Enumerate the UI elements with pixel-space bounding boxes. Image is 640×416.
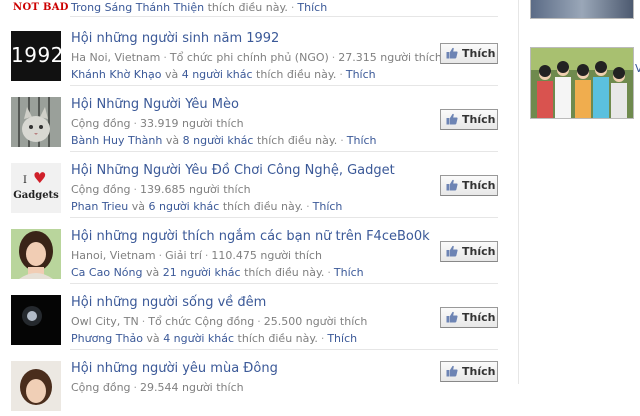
list-item: 1992 Hội những người sinh năm 1992 Ha No… [0, 20, 510, 86]
page-title-link[interactable]: Hội những người thích ngắm các bạn nữ tr… [71, 229, 430, 244]
page-meta: Cộng đồng · 33.919 người thích [71, 117, 244, 130]
row-separator [70, 16, 498, 17]
like-button[interactable]: Thích [440, 175, 498, 196]
thumbs-up-icon [446, 365, 458, 377]
page-meta: Ha Noi, Vietnam · Tổ chức phi chính phủ (N… [71, 51, 442, 64]
night-photo-image [11, 295, 61, 345]
top-row-like-link[interactable]: Thích [297, 1, 327, 14]
group-photo-image [531, 48, 633, 118]
like-link[interactable]: Thích [347, 134, 377, 147]
others-link[interactable]: 6 người khác [149, 200, 220, 213]
page-title-link[interactable]: Hội Những Người Yêu Đồ Chơi Công Nghệ, G… [71, 163, 395, 178]
like-button[interactable]: Thích [440, 43, 498, 64]
list-item: I ♥ Gadgets Hội Những Người Yêu Đồ Chơi … [0, 152, 510, 218]
others-link[interactable]: 21 người khác [163, 266, 241, 279]
thumbs-up-icon [446, 245, 458, 257]
page-thumbnail-1992[interactable]: 1992 [11, 31, 61, 81]
page-title-link[interactable]: Hội những người sinh năm 1992 [71, 31, 279, 46]
friend-link[interactable]: Phan Trieu [71, 200, 128, 213]
top-row-text: Trong Sáng Thánh Thiện thích điều này. · T… [71, 1, 328, 14]
page-thumbnail-winter[interactable] [11, 361, 61, 411]
heart-icon: ♥ [33, 169, 47, 187]
page-suggestions-list: NOT BAD Trong Sáng Thánh Thiện thích điề… [0, 0, 510, 411]
thumbs-up-icon [446, 311, 458, 323]
friends-like-line: Bành Huy Thành và 8 người khác thích điề… [71, 134, 377, 147]
winter-photo-image [11, 361, 61, 411]
sidebar-text: V [635, 62, 640, 75]
sidebar-photo-top[interactable] [530, 0, 634, 19]
sidebar-group-photo[interactable] [530, 47, 634, 119]
others-link[interactable]: 8 người khác [183, 134, 254, 147]
like-button[interactable]: Thích [440, 241, 498, 262]
right-sidebar: V [510, 0, 640, 384]
friends-like-line: Phan Trieu và 6 người khác thích điều nà… [71, 200, 343, 213]
page-thumbnail-gadgets[interactable]: I ♥ Gadgets [11, 163, 61, 213]
page-title-link[interactable]: Hội những người sống về đêm [71, 295, 266, 310]
thumbs-up-icon [446, 179, 458, 191]
page-meta: Cộng đồng · 139.685 người thích [71, 183, 251, 196]
friends-like-line: Khánh Khờ Khạo và 4 người khác thích điề… [71, 68, 376, 81]
thumbs-up-icon [446, 113, 458, 125]
page-meta: Owl City, TN · Tổ chức Cộng đồng · 25.500 ng… [71, 315, 368, 328]
list-item: Hội những người sống về đêm Owl City, TN… [0, 284, 510, 350]
friend-link[interactable]: Khánh Khờ Khạo [71, 68, 161, 81]
like-link[interactable]: Thích [346, 68, 376, 81]
others-link[interactable]: 4 người khác [163, 332, 234, 345]
page-thumbnail-night[interactable] [11, 295, 61, 345]
top-row-friend-link[interactable]: Trong Sáng Thánh Thiện [71, 1, 204, 14]
like-button[interactable]: Thích [440, 109, 498, 130]
list-item: Hội những người yêu mùa Đông Cộng đồng · 2… [0, 350, 510, 416]
like-link[interactable]: Thích [327, 332, 357, 345]
top-activity-row: NOT BAD Trong Sáng Thánh Thiện thích điề… [0, 0, 510, 17]
page-meta: Cộng đồng · 29.544 người thích [71, 381, 244, 394]
friend-link[interactable]: Bành Huy Thành [71, 134, 162, 147]
page-thumbnail-cat[interactable] [11, 97, 61, 147]
thumbs-up-icon [446, 47, 458, 59]
friends-like-line: Phương Thảo và 4 người khác thích điều n… [71, 332, 358, 345]
cat-photo-image [11, 97, 61, 147]
not-bad-badge: NOT BAD [13, 2, 69, 13]
page-thumbnail-girl[interactable] [11, 229, 61, 279]
friends-like-line: Ca Cao Nóng và 21 người khác thích điều … [71, 266, 364, 279]
page-title-link[interactable]: Hội những người yêu mùa Đông [71, 361, 278, 376]
like-link[interactable]: Thích [334, 266, 364, 279]
like-button[interactable]: Thích [440, 361, 498, 382]
page-meta: Hanoi, Vietnam · Giải trí · 110.475 người th… [71, 249, 322, 262]
others-link[interactable]: 4 người khác [182, 68, 253, 81]
like-button[interactable]: Thích [440, 307, 498, 328]
list-item: Hội Những Người Yêu Mèo Cộng đồng · 33.919… [0, 86, 510, 152]
like-link[interactable]: Thích [313, 200, 343, 213]
girl-photo-image [11, 229, 61, 279]
list-item: Hội những người thích ngắm các bạn nữ tr… [0, 218, 510, 284]
friend-link[interactable]: Ca Cao Nóng [71, 266, 142, 279]
page-title-link[interactable]: Hội Những Người Yêu Mèo [71, 97, 239, 112]
friend-link[interactable]: Phương Thảo [71, 332, 143, 345]
